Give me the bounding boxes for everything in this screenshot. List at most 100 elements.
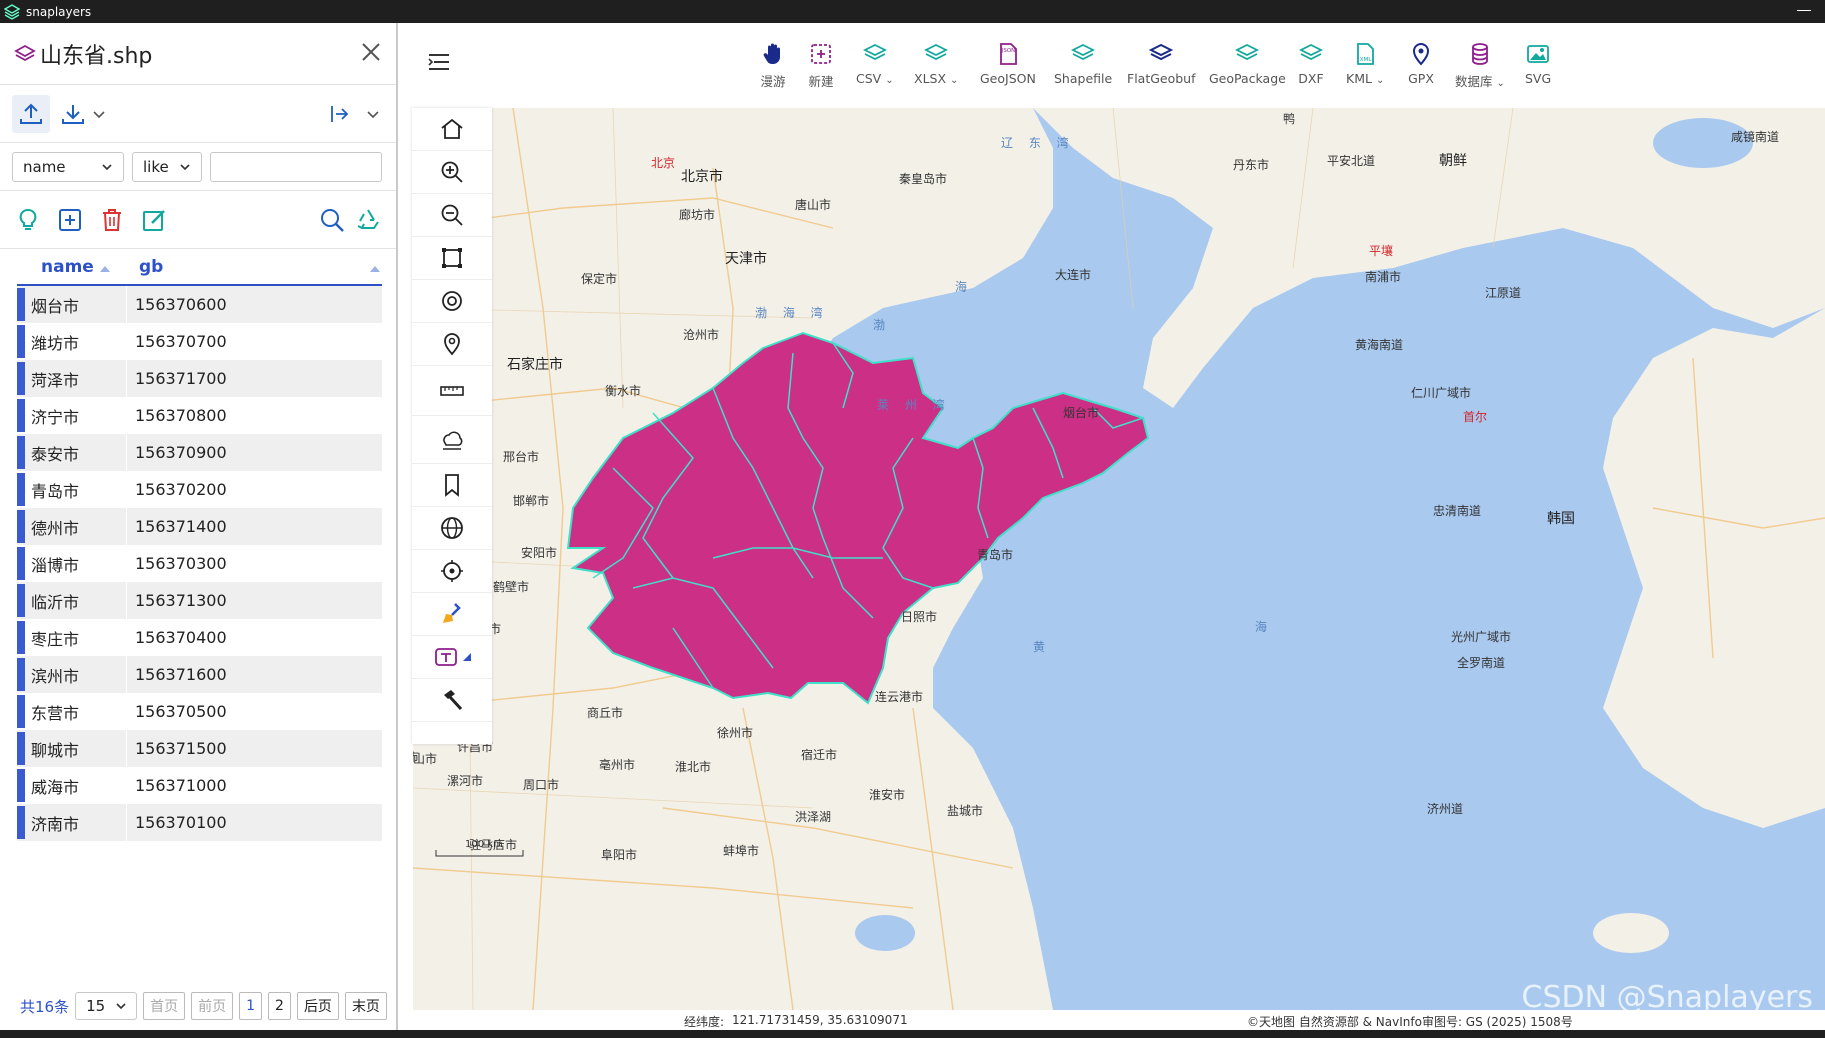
toolbar-数据库-button[interactable]: 数据库 ⌄: [1455, 41, 1505, 90]
toolbar-kml-button[interactable]: XML KML ⌄: [1346, 41, 1384, 86]
table-row[interactable]: 淄博市 156370300: [17, 545, 382, 582]
target-button[interactable]: [412, 280, 492, 323]
file-tag: XML: [1360, 57, 1373, 63]
chevron-down-icon[interactable]: [92, 107, 106, 121]
row-selector[interactable]: [17, 362, 25, 395]
table-row[interactable]: 临沂市 156371300: [17, 582, 382, 619]
map-label: 周口市: [523, 778, 560, 792]
row-selector[interactable]: [17, 769, 25, 802]
toolbar-xlsx-button[interactable]: XLSX ⌄: [914, 41, 958, 86]
table-row[interactable]: 济宁市 156370800: [17, 397, 382, 434]
lightbulb-icon[interactable]: [14, 206, 42, 234]
row-selector[interactable]: [17, 510, 25, 543]
weather-button[interactable]: [412, 416, 492, 464]
hammer-button[interactable]: [412, 679, 492, 722]
table-row[interactable]: 青岛市 156370200: [17, 471, 382, 508]
clear-button[interactable]: [412, 593, 492, 636]
toolbar-shapefile-button[interactable]: Shapefile: [1054, 41, 1112, 86]
row-selector[interactable]: [17, 732, 25, 765]
sort-asc-icon[interactable]: [100, 264, 110, 272]
download-icon[interactable]: [60, 101, 86, 127]
table-row[interactable]: 威海市 156371000: [17, 767, 382, 804]
row-selector[interactable]: [17, 584, 25, 617]
prev-page-button[interactable]: 前页: [191, 992, 234, 1020]
table-row[interactable]: 聊城市 156371500: [17, 730, 382, 767]
zoom-in-button[interactable]: [412, 151, 492, 194]
row-selector[interactable]: [17, 399, 25, 432]
extent-button[interactable]: [412, 237, 492, 280]
row-selector[interactable]: [17, 806, 25, 839]
row-selector[interactable]: [17, 695, 25, 728]
locate-button[interactable]: [412, 550, 492, 593]
toolbar-dxf-button[interactable]: DXF: [1298, 41, 1324, 86]
text-tool-button[interactable]: [412, 636, 492, 679]
row-selector[interactable]: [17, 436, 25, 469]
page-1-button[interactable]: 1: [239, 992, 263, 1020]
toolbar-svg-button[interactable]: SVG: [1525, 41, 1551, 86]
row-selector[interactable]: [17, 547, 25, 580]
page-2-button[interactable]: 2: [268, 992, 291, 1020]
scale-bar-label: 100 km: [465, 839, 503, 850]
weather-icon: [443, 431, 463, 450]
row-selector[interactable]: [17, 658, 25, 691]
chevron-down-icon[interactable]: ⌄: [1376, 75, 1384, 86]
toolbar-label: 漫游: [760, 74, 786, 89]
map-canvas[interactable]: 大同市北京北京市秦皇岛市唐山市廊坊市天津市保定市沧州市石家庄市衡水市阳泉市邢台市…: [413, 108, 1825, 1010]
table-row[interactable]: 泰安市 156370900: [17, 434, 382, 471]
measure-button[interactable]: [412, 366, 492, 416]
toolbar-csv-button[interactable]: CSV ⌄: [856, 41, 894, 86]
row-selector[interactable]: [17, 288, 25, 321]
toolbar-geopackage-button[interactable]: GeoPackage: [1209, 41, 1286, 86]
filter-value-input[interactable]: [210, 151, 382, 182]
row-selector[interactable]: [17, 621, 25, 654]
field-select[interactable]: name: [12, 151, 124, 182]
toolbar-新建-button[interactable]: 新建: [808, 41, 834, 90]
export-arrow-icon[interactable]: [328, 103, 350, 125]
search-icon[interactable]: [318, 206, 346, 234]
table-row[interactable]: 东营市 156370500: [17, 693, 382, 730]
home-button[interactable]: [412, 108, 492, 151]
chevron-down-icon[interactable]: ⌄: [1497, 78, 1505, 89]
first-page-button[interactable]: 首页: [143, 992, 186, 1020]
bookmark-button[interactable]: [412, 464, 492, 507]
toolbar-flatgeobuf-button[interactable]: FlatGeobuf: [1127, 41, 1196, 86]
upload-icon[interactable]: [12, 94, 50, 133]
chevron-down-icon[interactable]: ⌄: [950, 75, 958, 86]
map-label: 咸镜南道: [1731, 130, 1780, 144]
toolbar-geojson-button[interactable]: JSON GeoJSON: [980, 41, 1036, 86]
next-page-button[interactable]: 后页: [296, 992, 339, 1020]
column-header-gb[interactable]: gb: [127, 257, 163, 277]
map-label: 首尔: [1463, 410, 1488, 424]
trash-icon[interactable]: [98, 206, 126, 234]
table-row[interactable]: 滨州市 156371600: [17, 656, 382, 693]
row-selector[interactable]: [17, 325, 25, 358]
chevron-down-icon[interactable]: [366, 107, 380, 121]
table-row[interactable]: 烟台市 156370600: [17, 286, 382, 323]
add-record-icon[interactable]: [56, 206, 84, 234]
column-header-name[interactable]: name: [17, 257, 127, 277]
marker-button[interactable]: [412, 323, 492, 366]
chevron-down-icon[interactable]: ⌄: [885, 75, 893, 86]
table-row[interactable]: 枣庄市 156370400: [17, 619, 382, 656]
globe-icon: [441, 517, 463, 539]
xlsx-layers-icon: [924, 43, 949, 61]
table-row[interactable]: 济南市 156370100: [17, 804, 382, 841]
last-page-button[interactable]: 末页: [344, 992, 387, 1020]
edit-icon[interactable]: [140, 206, 168, 234]
table-row[interactable]: 德州市 156371400: [17, 508, 382, 545]
operator-select[interactable]: like: [132, 151, 202, 182]
recycle-icon[interactable]: [354, 206, 382, 234]
menu-icon[interactable]: [428, 53, 450, 71]
minimize-button[interactable]: [1797, 10, 1811, 11]
map-tools: [412, 108, 492, 744]
page-size-select[interactable]: 15: [75, 992, 138, 1020]
zoom-out-button[interactable]: [412, 194, 492, 237]
globe-button[interactable]: [412, 507, 492, 550]
row-selector[interactable]: [17, 473, 25, 506]
toolbar-gpx-button[interactable]: GPX: [1408, 41, 1434, 86]
close-icon[interactable]: [360, 41, 382, 63]
toolbar-漫游-button[interactable]: 漫游: [760, 41, 786, 90]
sort-asc-icon[interactable]: [370, 264, 380, 272]
table-row[interactable]: 菏泽市 156371700: [17, 360, 382, 397]
table-row[interactable]: 潍坊市 156370700: [17, 323, 382, 360]
